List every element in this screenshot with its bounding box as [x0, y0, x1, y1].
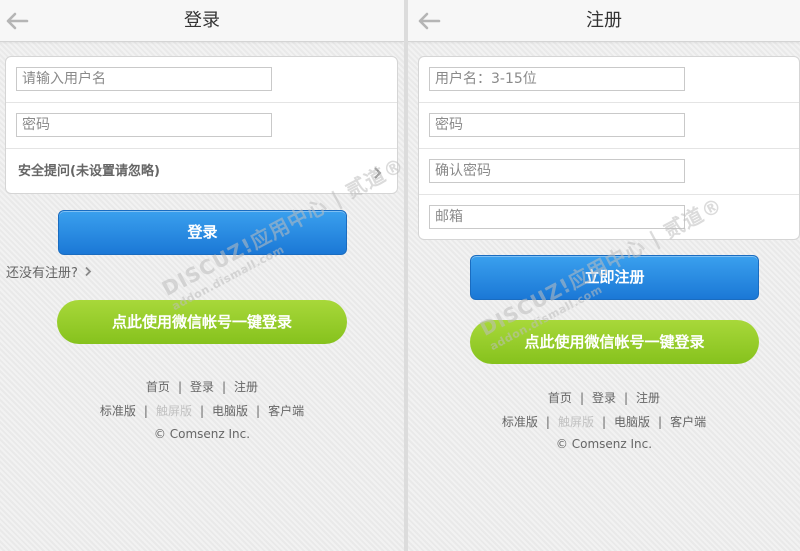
- footer-client-link[interactable]: 客户端: [268, 404, 304, 418]
- register-header: 注册: [408, 0, 800, 42]
- footer-touch-current: 触屏版: [557, 415, 594, 429]
- security-question-label: 安全提问(未设置请忽略): [18, 164, 160, 179]
- reg-password-input[interactable]: [429, 113, 685, 137]
- footer-separator: |: [579, 391, 584, 405]
- no-account-register-link[interactable]: 还没有注册?: [6, 262, 92, 281]
- reg-email-input[interactable]: [429, 205, 685, 229]
- no-account-label: 还没有注册?: [6, 266, 78, 281]
- footer-separator: |: [545, 415, 550, 429]
- footer-separator: |: [256, 404, 261, 418]
- footer-separator: |: [624, 391, 629, 405]
- footer-separator: |: [199, 404, 205, 418]
- login-button[interactable]: 登录: [58, 210, 347, 255]
- register-button[interactable]: 立即注册: [470, 255, 759, 300]
- wechat-login-button[interactable]: 点此使用微信帐号一键登录: [57, 300, 347, 344]
- copyright: © Comsenz Inc.: [555, 437, 653, 451]
- footer-home-link[interactable]: 首页: [146, 380, 170, 394]
- footer-touch-current: 触屏版: [155, 404, 192, 418]
- chevron-right-icon: [373, 165, 383, 179]
- security-question-select[interactable]: 安全提问(未设置请忽略): [6, 149, 397, 195]
- footer-home-link[interactable]: 首页: [548, 391, 572, 405]
- footer-versions: 标准版 | 触屏版 | 电脑版 | 客户端: [408, 413, 800, 430]
- footer-standard-link[interactable]: 标准版: [502, 415, 538, 429]
- password-input[interactable]: [16, 113, 272, 137]
- footer-separator: |: [658, 415, 663, 429]
- reg-username-row: [419, 57, 799, 103]
- reg-confirm-password-input[interactable]: [429, 159, 685, 183]
- wechat-login-button[interactable]: 点此使用微信帐号一键登录: [470, 320, 759, 364]
- register-form: [418, 56, 800, 240]
- footer-separator: |: [601, 415, 607, 429]
- footer-login-link[interactable]: 登录: [190, 380, 214, 394]
- footer-separator: |: [143, 404, 148, 418]
- footer-login-link[interactable]: 登录: [592, 391, 616, 405]
- footer-client-link[interactable]: 客户端: [670, 415, 706, 429]
- footer-standard-link[interactable]: 标准版: [100, 404, 136, 418]
- reg-password-row: [419, 103, 799, 149]
- footer-versions: 标准版 | 触屏版 | 电脑版 | 客户端: [0, 402, 404, 419]
- reg-username-input[interactable]: [429, 67, 685, 91]
- chevron-right-icon: [84, 266, 92, 281]
- password-row: [6, 103, 397, 149]
- page-title: 注册: [586, 10, 622, 31]
- username-row: [6, 57, 397, 103]
- page-title: 登录: [184, 10, 220, 31]
- footer-nav: 首页 | 登录 | 注册: [408, 389, 800, 406]
- footer-desktop-link[interactable]: 电脑版: [614, 415, 650, 429]
- footer-separator: |: [222, 380, 227, 394]
- register-panel: 注册 立即注册 点此使用微信帐号一键登录 首页 | 登录 | 注册 标准版 | 触屏版 | 电脑…: [408, 0, 800, 551]
- copyright: © Comsenz Inc.: [153, 427, 251, 441]
- footer-register-link[interactable]: 注册: [636, 391, 660, 405]
- footer-desktop-link[interactable]: 电脑版: [212, 404, 248, 418]
- login-header: 登录: [0, 0, 404, 42]
- footer-register-link[interactable]: 注册: [234, 380, 258, 394]
- reg-confirm-row: [419, 149, 799, 195]
- footer-separator: |: [177, 380, 182, 394]
- login-form: 安全提问(未设置请忽略): [5, 56, 398, 194]
- reg-email-row: [419, 195, 799, 241]
- login-panel: 登录 安全提问(未设置请忽略) 登录 还没有注册? 点此使用微信帐号一键登录 首…: [0, 0, 404, 551]
- footer-nav: 首页 | 登录 | 注册: [0, 378, 404, 395]
- username-input[interactable]: [16, 67, 272, 91]
